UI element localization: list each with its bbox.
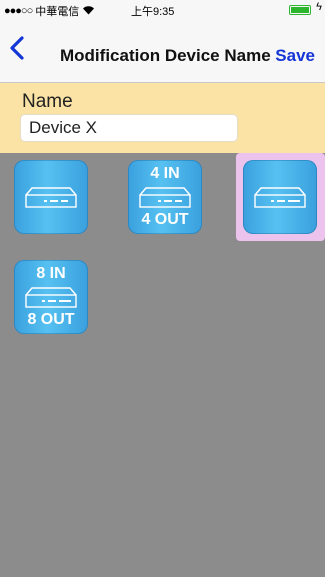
page-title: Modification Device Name — [60, 46, 271, 65]
device-tile-8in-8out[interactable]: 8 IN 8 OUT — [14, 260, 88, 334]
tile-output-label: 8 OUT — [27, 311, 75, 328]
carrier-name: 中華電信 — [35, 6, 80, 18]
status-left: ●●●○○ 中華電信 — [4, 3, 95, 19]
device-rack-icon — [25, 187, 77, 208]
device-tile-selected[interactable] — [243, 160, 317, 234]
status-bar: ●●●○○ 中華電信 上午9:35 ϟ — [0, 0, 325, 20]
device-tile-generic[interactable] — [14, 160, 88, 234]
device-rack-icon — [254, 187, 306, 208]
wifi-icon — [82, 5, 95, 18]
name-panel: Name — [0, 83, 325, 153]
back-chevron-icon[interactable] — [6, 34, 28, 62]
save-button[interactable]: Save — [275, 46, 315, 66]
name-label: Name — [22, 91, 73, 112]
charging-icon: ϟ — [316, 1, 322, 13]
device-tile-4in-4out[interactable]: 4 IN 4 OUT — [128, 160, 202, 234]
battery-icon — [289, 5, 311, 15]
device-name-input[interactable] — [20, 114, 238, 142]
tile-output-label: 4 OUT — [141, 211, 189, 228]
device-rack-icon — [25, 287, 77, 308]
device-rack-icon — [139, 187, 191, 208]
tile-input-label: 8 IN — [36, 265, 66, 282]
signal-icon: ●●●○○ — [4, 5, 33, 17]
nav-bar: Modification Device Name Save — [0, 20, 325, 83]
status-time: 上午9:35 — [131, 6, 175, 18]
tile-input-label: 4 IN — [150, 165, 180, 182]
